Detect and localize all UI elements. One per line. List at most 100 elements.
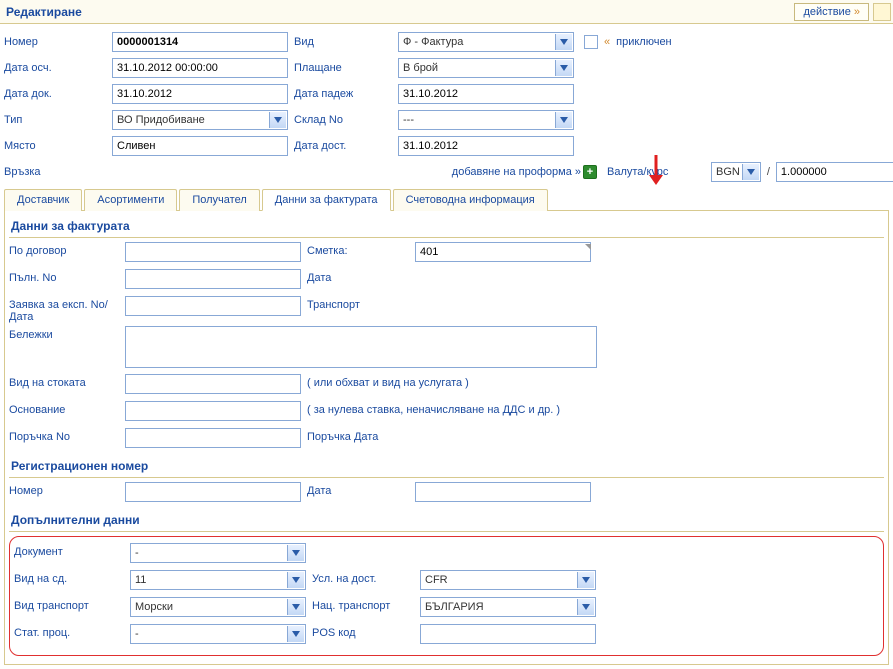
label-reg-date: Дата <box>303 482 415 497</box>
type-select-value: ВО Придобиване <box>117 114 205 126</box>
label-payment: Плащане <box>290 62 398 74</box>
label-order-no: Поръчка No <box>9 428 125 443</box>
attached-marker: « <box>604 36 610 48</box>
place-input[interactable] <box>112 136 288 156</box>
rate-input[interactable] <box>776 162 893 182</box>
reg-date-input[interactable] <box>415 482 591 502</box>
due-date-input[interactable] <box>398 84 574 104</box>
payment-select-value: В брой <box>403 62 438 74</box>
chevron-down-icon <box>287 626 304 642</box>
warehouse-select[interactable]: --- <box>398 110 574 130</box>
attached-checkbox[interactable] <box>584 35 598 49</box>
type-select[interactable]: ВО Придобиване <box>112 110 288 130</box>
date-posting-input[interactable] <box>112 58 288 78</box>
tabs: Доставчик Асортименти Получател Данни за… <box>4 188 889 211</box>
tab-content: Данни за фактурата По договор Сметка: Пъ… <box>4 211 889 665</box>
label-delivery-terms: Усл. на дост. <box>308 570 420 585</box>
label-date: Дата <box>303 269 415 284</box>
action-button-label: действие <box>803 6 850 18</box>
transport-type-select[interactable]: Морски <box>130 597 306 617</box>
payment-select[interactable]: В брой <box>398 58 574 78</box>
hint-goods: ( или обхват и вид на услугата ) <box>303 374 469 389</box>
national-transport-select-value: БЪЛГАРИЯ <box>425 601 484 613</box>
top-bar: Редактиране действие » <box>0 0 893 24</box>
reg-number-input[interactable] <box>125 482 301 502</box>
label-full-no: Пълн. No <box>9 269 125 284</box>
tab-accounting-info[interactable]: Счетоводна информация <box>393 189 548 211</box>
chevron-down-icon <box>577 572 594 588</box>
pos-code-input[interactable] <box>420 624 596 644</box>
label-document: Документ <box>14 543 130 558</box>
deal-type-select-value: 11 <box>135 574 146 586</box>
delivery-terms-select-value: CFR <box>425 574 448 586</box>
plus-icon[interactable]: + <box>583 165 597 179</box>
chevron-down-icon <box>287 572 304 588</box>
attached-label: приключен <box>616 36 672 48</box>
national-transport-select[interactable]: БЪЛГАРИЯ <box>420 597 596 617</box>
notes-textarea[interactable] <box>125 326 597 368</box>
export-req-input[interactable] <box>125 296 301 316</box>
delivery-terms-select[interactable]: CFR <box>420 570 596 590</box>
red-arrow-icon <box>647 155 665 185</box>
section-registration: Регистрационен номер <box>9 455 884 478</box>
chevron-down-icon <box>555 60 572 76</box>
stat-proc-select[interactable]: - <box>130 624 306 644</box>
label-pos-code: POS код <box>308 624 420 639</box>
deal-type-select[interactable]: 11 <box>130 570 306 590</box>
label-notes: Бележки <box>9 326 125 341</box>
account-input[interactable] <box>415 242 591 262</box>
label-reg-number: Номер <box>9 482 125 497</box>
label-number: Номер <box>4 36 112 48</box>
chevron-down-icon <box>287 545 304 561</box>
label-transport: Транспорт <box>303 296 415 311</box>
add-proforma-link[interactable]: добавяне на проформа » <box>452 166 581 178</box>
document-select[interactable]: - <box>130 543 306 563</box>
tab-supplier[interactable]: Доставчик <box>4 189 82 211</box>
number-input[interactable] <box>112 32 288 52</box>
basis-input[interactable] <box>125 401 301 421</box>
label-stat-proc: Стат. проц. <box>14 624 130 639</box>
chevron-down-icon <box>287 599 304 615</box>
rate-separator: / <box>767 166 770 178</box>
label-kind: Вид <box>290 36 398 48</box>
tab-recipient[interactable]: Получател <box>179 189 259 211</box>
currency-select[interactable]: BGN <box>711 162 761 182</box>
chevron-down-icon <box>742 164 759 180</box>
chevron-down-icon <box>577 599 594 615</box>
label-due-date: Дата падеж <box>290 88 398 100</box>
tab-assortments[interactable]: Асортименти <box>84 189 177 211</box>
transport-type-select-value: Морски <box>135 601 173 613</box>
chevron-down-icon <box>555 112 572 128</box>
label-type: Тип <box>4 114 112 126</box>
document-select-value: - <box>135 547 139 559</box>
label-basis: Основание <box>9 401 125 416</box>
chevron-down-icon <box>555 34 572 50</box>
delivery-date-input[interactable] <box>398 136 574 156</box>
stat-proc-select-value: - <box>135 628 139 640</box>
account-marker-icon <box>585 244 591 250</box>
contract-input[interactable] <box>125 242 301 262</box>
header-form: Номер Вид Ф - Фактура « приключен Дата о… <box>0 24 893 669</box>
label-deal-type: Вид на сд. <box>14 570 130 585</box>
full-no-input[interactable] <box>125 269 301 289</box>
label-delivery-date: Дата дост. <box>290 140 398 152</box>
label-warehouse: Склад No <box>290 114 398 126</box>
kind-select[interactable]: Ф - Фактура <box>398 32 574 52</box>
date-doc-input[interactable] <box>112 84 288 104</box>
tab-invoice-data[interactable]: Данни за фактурата <box>262 189 391 211</box>
hint-basis: ( за нулева ставка, неначисляване на ДДС… <box>303 401 560 416</box>
label-account: Сметка: <box>303 242 415 257</box>
warehouse-select-value: --- <box>403 114 414 126</box>
label-contract: По договор <box>9 242 125 257</box>
action-button[interactable]: действие » <box>794 3 869 21</box>
toolbar-icon[interactable] <box>873 3 891 21</box>
label-national-transport: Нац. транспорт <box>308 597 420 612</box>
label-transport-type: Вид транспорт <box>14 597 130 612</box>
chevron-right-icon: » <box>854 6 860 18</box>
page-title: Редактиране <box>2 5 82 19</box>
label-export-req: Заявка за експ. No/Дата <box>9 296 125 323</box>
goods-type-input[interactable] <box>125 374 301 394</box>
section-additional: Допълнителни данни <box>9 509 884 532</box>
order-no-input[interactable] <box>125 428 301 448</box>
kind-select-value: Ф - Фактура <box>403 36 463 48</box>
